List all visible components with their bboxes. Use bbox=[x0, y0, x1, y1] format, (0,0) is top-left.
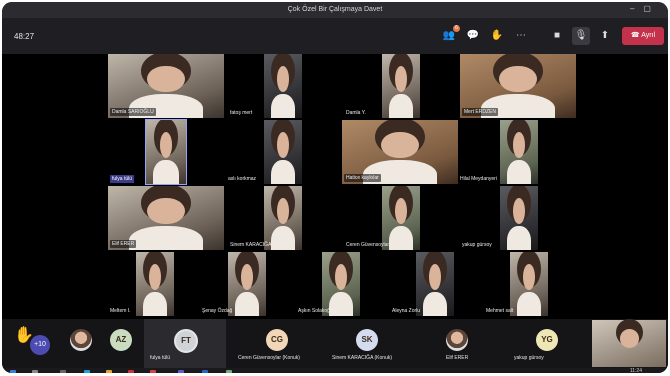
video-tile[interactable] bbox=[510, 252, 548, 316]
video-tile[interactable] bbox=[264, 120, 302, 184]
participant-name: Sinem KARACIĞA bbox=[230, 242, 272, 248]
leave-button-label: Ayrıl bbox=[641, 32, 656, 39]
participant-label: Sinem KARACIĞA (Konuk) bbox=[332, 355, 393, 361]
meeting-timer: 48:27 bbox=[14, 32, 35, 41]
participant-name: Elif ERER bbox=[110, 240, 137, 248]
participant-avatar[interactable]: CG bbox=[266, 329, 288, 351]
video-tile[interactable] bbox=[264, 186, 302, 250]
teams-icon[interactable] bbox=[178, 370, 184, 373]
video-tile[interactable] bbox=[416, 252, 454, 316]
video-grid: Damla SARIOĞLU fatoş mert Damla Y. Mert … bbox=[2, 54, 668, 319]
participant-name: Aleyna Zorlu bbox=[392, 308, 421, 314]
video-tile[interactable]: Mert ERDZEN bbox=[460, 54, 576, 118]
participant-avatar[interactable] bbox=[446, 329, 468, 351]
participant-name: Hatice kaykılar bbox=[344, 174, 381, 182]
os-taskbar: 11:24 bbox=[2, 368, 668, 373]
video-tile[interactable] bbox=[382, 54, 420, 118]
participant-avatar[interactable]: SK bbox=[356, 329, 378, 351]
video-tile[interactable] bbox=[228, 252, 266, 316]
video-tile[interactable] bbox=[264, 54, 302, 118]
microphone-icon[interactable]: 🎙 bbox=[572, 27, 590, 45]
participant-label: fulya tülü bbox=[150, 355, 171, 361]
participant-name: aslı korkmaz bbox=[228, 176, 257, 182]
chat-icon[interactable]: 💬 bbox=[464, 27, 482, 45]
participant-avatar: FT bbox=[174, 329, 198, 353]
folder-icon[interactable] bbox=[106, 370, 112, 373]
more-participants-button[interactable]: +10 bbox=[30, 335, 50, 355]
participants-badge: 6 bbox=[453, 25, 460, 32]
app-icon[interactable] bbox=[226, 370, 232, 373]
video-tile[interactable] bbox=[145, 119, 187, 185]
participants-icon[interactable]: 👥 6 bbox=[440, 25, 460, 45]
meeting-toolbar: 48:27 👥 6 💬 ✋ ⋯ ■ 🎙 ⬆ ☎ Ayrıl bbox=[2, 18, 668, 54]
participant-name: Meltem I. bbox=[110, 308, 131, 314]
video-tile[interactable] bbox=[136, 252, 174, 316]
participant-name: Damla SARIOĞLU bbox=[110, 108, 156, 116]
participant-name: Şenay Özdağ bbox=[202, 308, 233, 314]
taskbar-clock: 11:24 bbox=[629, 368, 642, 374]
participant-name: yakup gürsoy bbox=[462, 242, 492, 248]
participant-name: Mert ERDZEN bbox=[462, 108, 498, 116]
video-tile[interactable] bbox=[500, 186, 538, 250]
participant-strip: ✋ +10 AZ FT fulya tülü CG Ceren Güvensoy… bbox=[2, 319, 668, 368]
leave-button[interactable]: ☎ Ayrıl bbox=[622, 27, 664, 45]
window-controls[interactable]: –▢ bbox=[630, 4, 660, 13]
video-tile[interactable] bbox=[322, 252, 360, 316]
participant-name: Mehmet salt bbox=[486, 308, 514, 314]
self-view-video[interactable] bbox=[592, 320, 666, 367]
reactions-icon[interactable]: ✋ bbox=[488, 27, 506, 45]
participant-name: fatoş mert bbox=[230, 110, 253, 116]
participant-label: Elif ERER bbox=[446, 355, 469, 361]
task-view-icon[interactable] bbox=[60, 370, 66, 373]
title-bar: Çok Özel Bir Çalışmaya Davet –▢ bbox=[2, 2, 668, 18]
video-tile[interactable] bbox=[382, 186, 420, 250]
participant-name: Ceren Güvensoylar bbox=[346, 242, 390, 248]
participant-avatar[interactable]: YG bbox=[536, 329, 558, 351]
participant-card-selected[interactable]: FT fulya tülü bbox=[144, 319, 226, 368]
chrome-icon[interactable] bbox=[150, 370, 156, 373]
participant-avatar[interactable]: AZ bbox=[110, 329, 132, 351]
edge-icon[interactable] bbox=[84, 370, 90, 373]
participant-name: Damla Y. bbox=[346, 110, 366, 116]
app-icon[interactable] bbox=[128, 370, 134, 373]
video-tile[interactable]: Elif ERER bbox=[108, 186, 224, 250]
video-tile[interactable] bbox=[500, 120, 538, 184]
teams-meeting-window: Çok Özel Bir Çalışmaya Davet –▢ 48:27 👥 6… bbox=[2, 2, 668, 373]
video-tile[interactable]: Damla SARIOĞLU bbox=[108, 54, 224, 118]
start-icon[interactable] bbox=[10, 370, 16, 373]
camera-icon[interactable]: ■ bbox=[548, 27, 566, 45]
search-icon[interactable] bbox=[32, 370, 38, 373]
participant-name: fulya tülü bbox=[110, 175, 135, 183]
participant-name: Hilal Meydanyeri bbox=[460, 176, 497, 182]
participant-avatar[interactable] bbox=[70, 329, 92, 351]
participant-label: yakup gürsoy bbox=[514, 355, 544, 361]
share-icon[interactable]: ⬆ bbox=[596, 27, 614, 45]
more-actions-icon[interactable]: ⋯ bbox=[512, 27, 530, 45]
window-title: Çok Özel Bir Çalışmaya Davet bbox=[287, 6, 383, 13]
word-icon[interactable] bbox=[202, 370, 208, 373]
participant-label: Ceren Güvensoylar (Konuk) bbox=[238, 355, 300, 361]
video-tile[interactable]: Hatice kaykılar bbox=[342, 120, 458, 184]
participant-name: Aşkın Solakoğlu bbox=[298, 308, 334, 314]
